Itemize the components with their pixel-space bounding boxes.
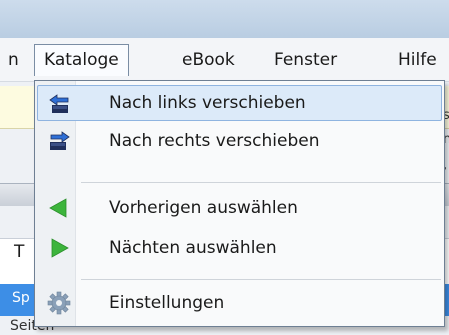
move-left-icon bbox=[48, 92, 72, 116]
menu-bar: n Kataloge eBook Fenster Hilfe bbox=[0, 38, 449, 82]
menu-item-select-next[interactable]: Nächten auswählen bbox=[37, 230, 442, 266]
panel-text-fragment: T bbox=[14, 242, 25, 262]
move-right-icon bbox=[47, 129, 71, 153]
menu-item-label: Vorherigen auswählen bbox=[109, 198, 298, 218]
menu-item-move-right[interactable]: Nach rechts verschieben bbox=[37, 123, 442, 159]
menu-fenster[interactable]: Fenster bbox=[268, 47, 343, 73]
selected-row-text: Sp bbox=[12, 290, 30, 306]
menu-separator bbox=[81, 182, 441, 183]
menu-item-move-left[interactable]: Nach links verschieben bbox=[37, 85, 442, 121]
gear-icon bbox=[47, 291, 71, 315]
menu-item-label: Einstellungen bbox=[109, 293, 225, 313]
menu-item-label: Nach links verschieben bbox=[109, 93, 306, 113]
triangle-right-icon bbox=[47, 236, 71, 260]
menu-item-label: Nach rechts verschieben bbox=[109, 131, 320, 151]
title-bar bbox=[0, 0, 449, 38]
menu-kataloge[interactable]: Kataloge bbox=[34, 44, 129, 76]
menu-hilfe[interactable]: Hilfe bbox=[392, 47, 443, 73]
menu-item-fragment[interactable]: n bbox=[2, 47, 25, 73]
menu-separator bbox=[81, 279, 441, 280]
menu-item-label: Nächten auswählen bbox=[109, 238, 277, 258]
menu-ebook[interactable]: eBook bbox=[176, 47, 241, 73]
kataloge-dropdown-menu: Nach links verschieben Nach rechts versc… bbox=[34, 80, 445, 327]
menu-item-select-previous[interactable]: Vorherigen auswählen bbox=[37, 190, 442, 226]
triangle-left-icon bbox=[47, 196, 71, 220]
menu-item-settings[interactable]: Einstellungen bbox=[37, 285, 442, 321]
